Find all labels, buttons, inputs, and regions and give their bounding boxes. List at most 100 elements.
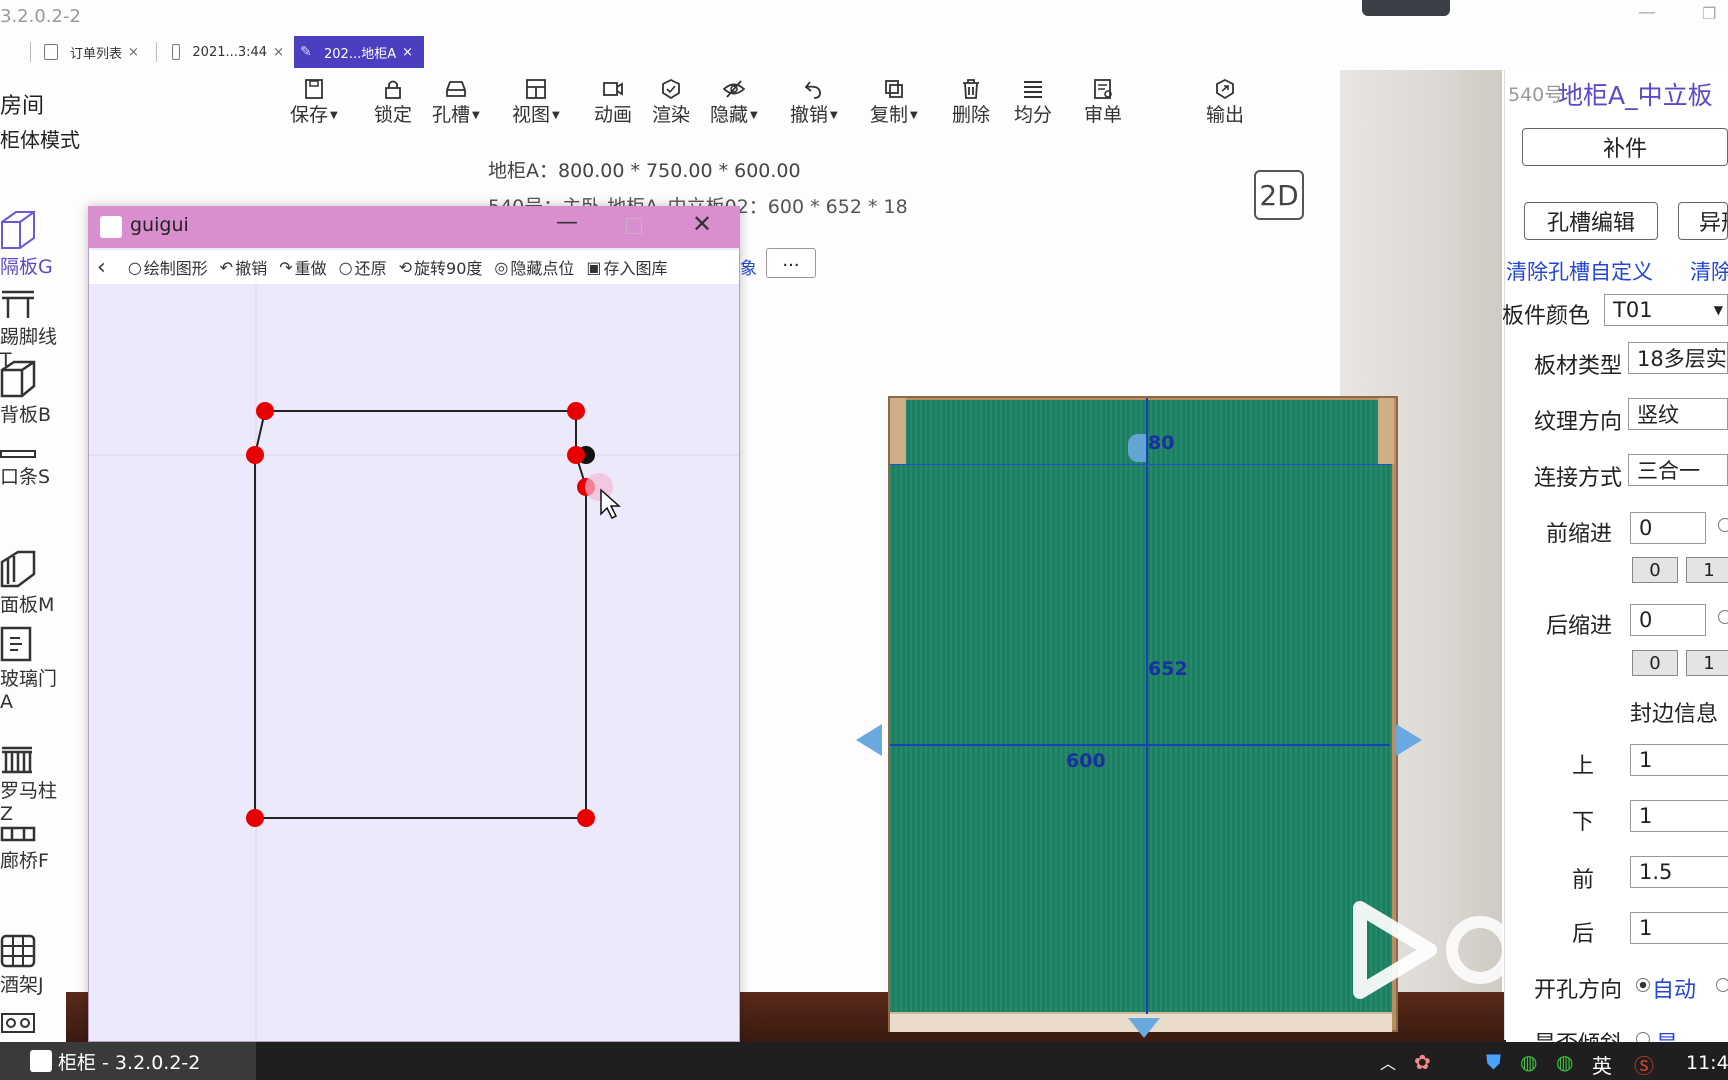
front-inset-preset-0[interactable]: 0 bbox=[1632, 557, 1678, 583]
grain-select[interactable]: 竖纹 bbox=[1628, 398, 1728, 430]
draw-shape-button[interactable]: ○ 绘制图形 bbox=[128, 255, 208, 279]
back-inset-preset-1[interactable]: 1 bbox=[1686, 650, 1728, 676]
back-inset-preset-0[interactable]: 0 bbox=[1632, 650, 1678, 676]
tab-2021[interactable]: 2021...3:44 × bbox=[166, 36, 290, 68]
save-library-button[interactable]: ▣ 存入图库 bbox=[586, 255, 667, 279]
toolbar-label: 隐藏 bbox=[710, 104, 749, 126]
dialog-restore-button[interactable]: ○ 还原 bbox=[339, 255, 387, 279]
toolbar-delete-button[interactable]: 删除 bbox=[952, 78, 990, 127]
toolbar-lock-button[interactable]: 锁定 bbox=[374, 78, 412, 127]
tray-expand-icon[interactable]: ︿ bbox=[1380, 1050, 1396, 1074]
dim-height-label: 652 bbox=[1148, 658, 1188, 680]
slot-edit-button[interactable]: 孔槽编辑 bbox=[1524, 202, 1658, 240]
resize-down-arrow-icon[interactable] bbox=[1128, 1018, 1160, 1038]
wechat-work-icon[interactable]: ◍ bbox=[1556, 1050, 1573, 1074]
rail-item-accessory[interactable] bbox=[0, 1012, 60, 1034]
slot-icon bbox=[445, 81, 466, 97]
toolbar-divide-button[interactable]: 均分 bbox=[1014, 78, 1052, 127]
color-select[interactable]: T01 ▼ bbox=[1604, 294, 1728, 326]
hole-direction-auto-radio[interactable] bbox=[1636, 978, 1650, 992]
shape-canvas[interactable] bbox=[89, 284, 739, 1040]
more-button[interactable]: ... bbox=[766, 248, 816, 278]
rail-item-roman-column[interactable]: 罗马柱Z bbox=[0, 744, 60, 825]
toolbar-undo-button[interactable]: 撤销 ▼ bbox=[790, 78, 838, 127]
close-icon[interactable]: × bbox=[128, 45, 139, 60]
rail-item-glass-door[interactable]: 玻璃门A bbox=[0, 626, 60, 713]
close-icon[interactable]: × bbox=[273, 45, 284, 60]
rail-item-shelf[interactable]: 隔板G bbox=[0, 210, 60, 279]
tab-cabinet-a[interactable]: ✎ 202...地柜A × bbox=[294, 36, 424, 68]
rail-item-strip[interactable]: 口条S bbox=[0, 448, 60, 489]
resize-left-arrow-icon[interactable] bbox=[856, 724, 882, 756]
toolbar-render-button[interactable]: 渲染 bbox=[652, 78, 690, 127]
toolbar-slot-button[interactable]: 孔槽 ▼ bbox=[432, 78, 480, 127]
shape-outline bbox=[254, 410, 587, 819]
minimize-icon[interactable]: — bbox=[1638, 2, 1656, 23]
toolbar-review-button[interactable]: 审单 bbox=[1084, 78, 1122, 127]
close-icon[interactable]: ✕ bbox=[692, 210, 712, 238]
close-icon[interactable]: × bbox=[402, 45, 413, 60]
front-inset-radio[interactable] bbox=[1718, 518, 1728, 532]
front-inset-preset-1[interactable]: 1 bbox=[1686, 557, 1728, 583]
vertex-point[interactable] bbox=[567, 402, 585, 420]
edge-header: 封边信息 bbox=[1630, 702, 1719, 727]
toolbar-copy-button[interactable]: 复制 ▼ bbox=[870, 78, 918, 127]
edge-back-input[interactable]: 1 bbox=[1630, 912, 1728, 944]
toolbar-hide-button[interactable]: 隐藏 ▼ bbox=[710, 78, 758, 127]
hole-direction-other-radio[interactable] bbox=[1716, 978, 1728, 992]
dialog-redo-button[interactable]: ↷ 重做 bbox=[279, 255, 326, 279]
cabinet-mode-label[interactable]: 柜体模式 bbox=[0, 124, 80, 153]
material-select[interactable]: 18多层实木 bbox=[1628, 342, 1728, 374]
ime-indicator[interactable]: 英 bbox=[1592, 1050, 1612, 1079]
maximize-icon[interactable]: ❐ bbox=[1702, 4, 1716, 23]
rail-item-back-panel[interactable]: 背板B bbox=[0, 360, 60, 427]
maximize-icon[interactable] bbox=[626, 218, 642, 234]
vertex-point[interactable] bbox=[246, 446, 264, 464]
edge-bottom-input[interactable]: 1 bbox=[1630, 800, 1728, 832]
tab-order-list[interactable]: 订单列表 × bbox=[38, 36, 150, 68]
bridge-icon bbox=[0, 826, 36, 842]
edge-front-input[interactable]: 1.5 bbox=[1630, 856, 1728, 888]
toolbar-view-button[interactable]: 视图 ▼ bbox=[512, 78, 560, 127]
rail-item-face-panel[interactable]: 面板M bbox=[0, 550, 60, 617]
taskbar-app-button[interactable]: 柜柜 - 3.2.0.2-2 bbox=[0, 1042, 256, 1080]
resize-right-arrow-icon[interactable] bbox=[1396, 724, 1422, 756]
alt-shape-button[interactable]: 异形 bbox=[1678, 202, 1728, 240]
tool-label: 旋转90度 bbox=[414, 259, 483, 278]
back-arrow-icon[interactable]: ‹ bbox=[97, 255, 106, 280]
selected-panel[interactable] bbox=[890, 400, 1392, 1012]
edge-top-input[interactable]: 1 bbox=[1630, 744, 1728, 776]
joint-select[interactable]: 三合一 bbox=[1628, 454, 1728, 486]
edge-front-label: 前 bbox=[1572, 868, 1595, 893]
back-inset-input[interactable]: 0 bbox=[1630, 604, 1706, 636]
vertex-point[interactable] bbox=[246, 809, 264, 827]
rail-item-bridge[interactable]: 廊桥F bbox=[0, 824, 60, 873]
view-2d-button[interactable]: 2D bbox=[1254, 170, 1304, 220]
vertex-point[interactable] bbox=[256, 402, 274, 420]
minimize-icon[interactable]: — bbox=[556, 210, 578, 235]
clock[interactable]: 11:41 bbox=[1686, 1052, 1728, 1074]
hide-points-button[interactable]: ◎ 隐藏点位 bbox=[494, 255, 574, 279]
tray-app-icon[interactable]: ✿ bbox=[1414, 1050, 1431, 1074]
resize-up-handle-icon[interactable] bbox=[1128, 434, 1146, 462]
input-method-icon[interactable]: Ⓢ bbox=[1634, 1050, 1654, 1079]
rail-item-kick-board[interactable]: 踢脚线T bbox=[0, 288, 60, 371]
dialog-titlebar[interactable]: guigui — ✕ bbox=[88, 206, 740, 248]
clear-slot-custom-link[interactable]: 清除孔槽自定义 bbox=[1506, 256, 1653, 286]
patch-button[interactable]: 补件 bbox=[1522, 128, 1728, 166]
tray-shield-icon[interactable]: ⛊ bbox=[1486, 1050, 1501, 1074]
front-inset-input[interactable]: 0 bbox=[1630, 512, 1706, 544]
wine-rack-icon bbox=[0, 934, 36, 968]
toolbar-export-button[interactable]: 输出 bbox=[1206, 78, 1244, 127]
vertex-point[interactable] bbox=[577, 809, 595, 827]
dialog-undo-button[interactable]: ↶ 撤销 bbox=[220, 255, 267, 279]
wechat-icon[interactable]: ◍ bbox=[1520, 1050, 1537, 1074]
rail-item-wine-rack[interactable]: 酒架J bbox=[0, 934, 60, 997]
clear-link[interactable]: 清除 bbox=[1690, 256, 1728, 286]
rotate-90-button[interactable]: ⟲ 旋转90度 bbox=[399, 255, 483, 279]
toolbar-save-button[interactable]: 保存 ▼ bbox=[290, 78, 338, 127]
room-label[interactable]: 房间 bbox=[0, 88, 44, 120]
back-inset-radio[interactable] bbox=[1718, 610, 1728, 624]
toolbar-animation-button[interactable]: 动画 bbox=[594, 78, 632, 127]
vertex-point[interactable] bbox=[567, 446, 585, 464]
